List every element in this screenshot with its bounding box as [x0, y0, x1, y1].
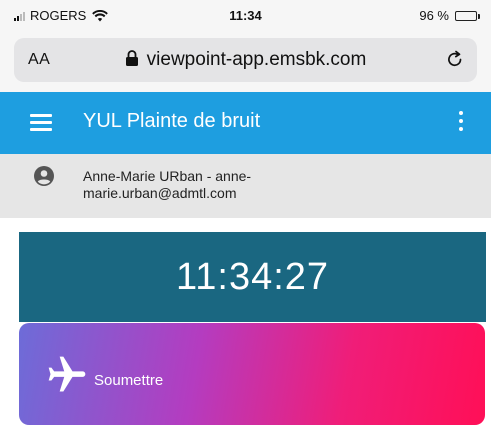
airplane-icon: [48, 356, 86, 392]
status-bar: ROGERS 11:34 96 %: [0, 0, 491, 32]
clock-banner: 11:34:27: [19, 232, 486, 322]
submit-label: Soumettre: [94, 372, 164, 389]
account-circle-icon: [34, 166, 54, 186]
user-identity: Anne-Marie URban - anne-marie.urban@admt…: [83, 168, 252, 201]
menu-icon[interactable]: [30, 114, 52, 132]
battery-percent: 96 %: [419, 8, 449, 23]
submit-button[interactable]: Soumettre: [19, 323, 485, 425]
reload-icon[interactable]: [445, 49, 465, 69]
app-title: YUL Plainte de bruit: [83, 110, 261, 132]
more-vert-icon[interactable]: [457, 111, 465, 135]
battery-icon: [455, 10, 480, 21]
lock-icon: [125, 50, 138, 66]
url-text: viewpoint-app.emsbk.com: [146, 49, 367, 70]
app-bar: YUL Plainte de bruit: [0, 92, 491, 154]
address-bar[interactable]: AA viewpoint-app.emsbk.com: [14, 38, 477, 82]
browser-toolbar: AA viewpoint-app.emsbk.com: [0, 32, 491, 92]
clock-time: 11:34:27: [175, 256, 330, 298]
status-time: 11:34: [229, 8, 262, 23]
url-display[interactable]: viewpoint-app.emsbk.com: [14, 49, 477, 71]
user-info-row: Anne-Marie URban - anne-marie.urban@admt…: [0, 154, 491, 218]
status-right: 96 %: [419, 8, 480, 23]
